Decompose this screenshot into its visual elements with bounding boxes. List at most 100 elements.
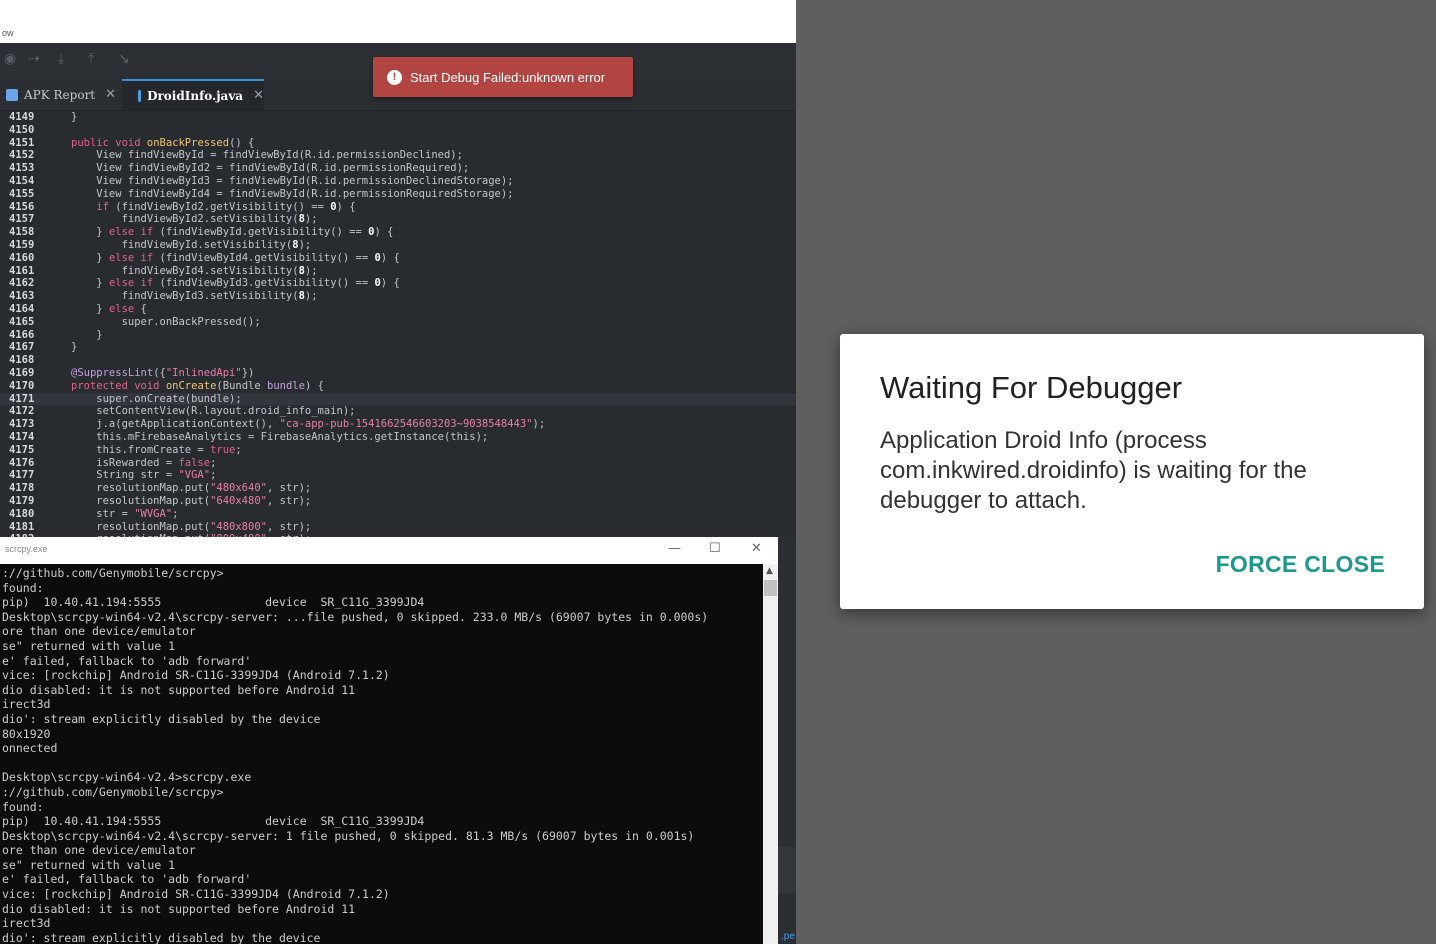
- code-text: }: [71, 111, 78, 123]
- line-number: 4156: [9, 200, 35, 213]
- code-text: } else if (findViewById.getVisibility() …: [71, 226, 394, 239]
- code-text: setContentView(R.layout.droid_info_main)…: [71, 405, 356, 418]
- line-number: 4181: [9, 520, 35, 533]
- line-number: 4159: [9, 238, 35, 251]
- terminal-line: se" returned with value 1: [2, 638, 176, 653]
- line-number: 4180: [9, 507, 35, 520]
- line-number: 4177: [9, 469, 35, 482]
- line-number: 4149: [9, 111, 35, 123]
- code-text: resolutionMap.put("640x480", str);: [71, 494, 312, 507]
- code-text: isRewarded = false;: [71, 456, 217, 469]
- code-line[interactable]: 4181 resolutionMap.put("480x800", str);: [0, 521, 796, 534]
- code-line[interactable]: 4160 } else if (findViewById4.getVisibil…: [0, 252, 796, 265]
- menu-fragment[interactable]: ow: [2, 28, 14, 38]
- code-line[interactable]: 4157 findViewById2.setVisibility(8);: [0, 213, 796, 226]
- code-line[interactable]: 4167}: [0, 341, 796, 354]
- error-toast: ! Start Debug Failed:unknown error: [373, 57, 633, 97]
- code-line[interactable]: 4161 findViewById4.setVisibility(8);: [0, 265, 796, 278]
- download-icon[interactable]: ⤓: [58, 51, 64, 67]
- code-text: View findViewById = findViewById(R.id.pe…: [71, 149, 463, 162]
- line-number: 4163: [9, 290, 35, 303]
- code-line[interactable]: 4154 View findViewById3 = findViewById(R…: [0, 175, 796, 188]
- line-number: 4150: [9, 123, 35, 136]
- debug-step-icon[interactable]: ⇢: [28, 51, 40, 67]
- waiting-debugger-dialog: Waiting For Debugger Application Droid I…: [840, 334, 1424, 609]
- force-close-button[interactable]: FORCE CLOSE: [1216, 551, 1385, 578]
- tab-label: DroidInfo.java: [147, 88, 244, 103]
- code-line[interactable]: 4153 View findViewById2 = findViewById(R…: [0, 162, 796, 175]
- code-line[interactable]: 4169 @SuppressLint({"InlinedApi"}): [0, 367, 796, 380]
- tab-droidinfo-java[interactable]: DroidInfo.java ✕: [122, 79, 264, 110]
- code-text: findViewById2.setVisibility(8);: [71, 213, 318, 226]
- code-line[interactable]: 4172 setContentView(R.layout.droid_info_…: [0, 405, 796, 418]
- tab-apk-report[interactable]: APK Report ✕: [6, 79, 116, 110]
- code-line[interactable]: 4151 public void onBackPressed() {: [0, 137, 796, 150]
- terminal-line: vice: [rockchip] Android SR-C11G-3399JD4…: [2, 887, 390, 902]
- terminal-line: pip) 10.40.41.194:5555 device SR_C11G_33…: [2, 595, 425, 610]
- terminal-scrollbar[interactable]: ▲: [763, 564, 778, 944]
- code-text: public void onBackPressed() {: [71, 136, 255, 149]
- code-editor[interactable]: 4149} 4150 4151 public void onBackPressed()…: [0, 111, 796, 537]
- code-line[interactable]: 4178 resolutionMap.put("480x640", str);: [0, 482, 796, 495]
- code-text: } else if (findViewById4.getVisibility()…: [71, 251, 400, 264]
- code-text: str = "WVGA";: [71, 507, 179, 520]
- code-line[interactable]: 4180 str = "WVGA";: [0, 508, 796, 521]
- code-line[interactable]: 4176 isRewarded = false;: [0, 457, 796, 470]
- code-line[interactable]: 4150: [0, 124, 796, 137]
- line-number: 4179: [9, 494, 35, 507]
- line-number: 4164: [9, 302, 35, 315]
- line-number: 4153: [9, 162, 35, 175]
- close-icon[interactable]: ✕: [105, 87, 116, 102]
- terminal-line: e' failed, fallback to 'adb forward': [2, 872, 252, 887]
- code-line[interactable]: 4165 super.onBackPressed();: [0, 316, 796, 329]
- code-line[interactable]: 4159 findViewById.setVisibility(8);: [0, 239, 796, 252]
- terminal-line: e' failed, fallback to 'adb forward': [2, 653, 252, 668]
- code-line[interactable]: 4179 resolutionMap.put("640x480", str);: [0, 495, 796, 508]
- code-line[interactable]: 4171 super.onCreate(bundle);: [0, 392, 796, 406]
- terminal-titlebar: scrcpy.exe — ☐ ✕: [0, 537, 778, 564]
- minimize-button[interactable]: —: [668, 541, 681, 556]
- code-line[interactable]: 4175 this.fromCreate = true;: [0, 444, 796, 457]
- terminal-line: 80x1920: [2, 726, 51, 741]
- dialog-title: Waiting For Debugger: [880, 370, 1183, 405]
- code-line[interactable]: 4174 this.mFirebaseAnalytics = FirebaseA…: [0, 431, 796, 444]
- step-out-icon[interactable]: ⤒: [88, 51, 94, 67]
- terminal-output[interactable]: ://github.com/Genymobile/scrcpy> found: pi…: [0, 564, 763, 944]
- code-line[interactable]: 4163 findViewById3.setVisibility(8);: [0, 290, 796, 303]
- code-text: View findViewById4 = findViewById(R.id.p…: [71, 187, 514, 200]
- terminal-window: scrcpy.exe — ☐ ✕ ://github.com/Genymobil…: [0, 537, 778, 944]
- line-number: 4169: [9, 366, 35, 379]
- code-line[interactable]: 4168: [0, 354, 796, 367]
- code-text: }: [71, 341, 78, 354]
- maximize-button[interactable]: ☐: [709, 541, 721, 556]
- code-text: }: [71, 328, 103, 341]
- code-line[interactable]: 4162 } else if (findViewById3.getVisibil…: [0, 277, 796, 290]
- code-line[interactable]: 4149}: [0, 111, 796, 124]
- code-text: View findViewById2 = findViewById(R.id.p…: [71, 162, 470, 175]
- code-line[interactable]: 4164 } else {: [0, 303, 796, 316]
- code-line[interactable]: 4158 } else if (findViewById.getVisibili…: [0, 226, 796, 239]
- cursor-icon[interactable]: ↘: [118, 51, 130, 67]
- terminal-line: ore than one device/emulator: [2, 624, 196, 639]
- scroll-up-icon[interactable]: ▲: [766, 566, 773, 576]
- stop-icon[interactable]: ◉: [4, 51, 16, 67]
- code-line[interactable]: 4173 j.a(getApplicationContext(), "ca-ap…: [0, 418, 796, 431]
- terminal-title: scrcpy.exe: [5, 544, 48, 554]
- code-line[interactable]: 4177 String str = "VGA";: [0, 469, 796, 482]
- terminal-line: se" returned with value 1: [2, 857, 176, 872]
- close-button[interactable]: ✕: [751, 541, 762, 556]
- line-number: 4170: [9, 379, 35, 392]
- line-number: 4166: [9, 328, 35, 341]
- terminal-line: irect3d: [2, 697, 51, 712]
- close-icon[interactable]: ✕: [253, 88, 264, 103]
- code-line[interactable]: 4166 }: [0, 329, 796, 342]
- terminal-line: Desktop\scrcpy-win64-v2.4\scrcpy-server:…: [2, 828, 695, 843]
- terminal-line: vice: [rockchip] Android SR-C11G-3399JD4…: [2, 668, 390, 683]
- code-line[interactable]: 4155 View findViewById4 = findViewById(R…: [0, 188, 796, 201]
- code-text: findViewById.setVisibility(8);: [71, 238, 312, 251]
- terminal-line: ://github.com/Genymobile/scrcpy>: [2, 566, 224, 580]
- code-line[interactable]: 4170 protected void onCreate(Bundle bundl…: [0, 380, 796, 393]
- scrollbar-thumb[interactable]: [764, 580, 777, 596]
- code-line[interactable]: 4156 if (findViewById2.getVisibility() =…: [0, 201, 796, 214]
- code-line[interactable]: 4152 View findViewById = findViewById(R.…: [0, 149, 796, 162]
